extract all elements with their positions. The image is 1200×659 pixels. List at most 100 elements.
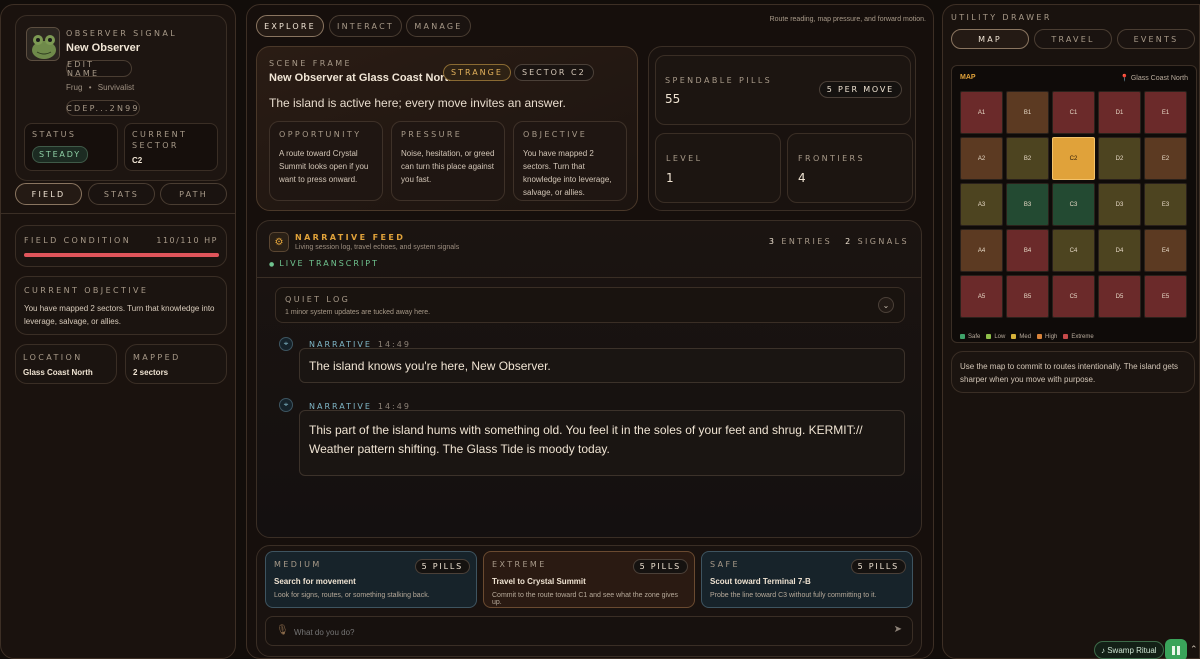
action-extreme[interactable]: EXTREME 5 PILLS Travel to Crystal Summit…	[483, 551, 695, 608]
legend-swatch	[1063, 334, 1069, 339]
map-cell-a3[interactable]: A3	[960, 183, 1003, 226]
sector-box: CURRENT SECTOR C2	[124, 123, 218, 171]
message-2-text: This part of the island hums with someth…	[309, 423, 863, 456]
observer-card: OBSERVER SIGNAL New Observer EDIT NAME F…	[15, 15, 227, 181]
map-cell-c3[interactable]: C3	[1052, 183, 1095, 226]
microphone-icon[interactable]: 🎙	[276, 625, 289, 636]
quiet-log[interactable]: QUIET LOG 1 minor system updates are tuc…	[275, 287, 905, 323]
feed-counts: 3 ENTRIES 2 SIGNALS	[769, 237, 909, 246]
chevron-up-icon[interactable]: ⌃	[1190, 644, 1198, 655]
pills-card: SPENDABLE PILLS 55 5 PER MOVE	[655, 55, 911, 125]
mapped-card: MAPPED 2 sectors	[125, 344, 227, 384]
legend-label: Med	[1019, 333, 1032, 340]
tab-stats[interactable]: STATS	[88, 183, 155, 205]
map-cell-a5[interactable]: A5	[960, 275, 1003, 318]
action-medium-cost: 5 PILLS	[414, 559, 470, 574]
map-cell-c2[interactable]: C2	[1052, 137, 1095, 180]
tab-field[interactable]: FIELD	[15, 183, 82, 205]
objective-card: CURRENT OBJECTIVE You have mapped 2 sect…	[15, 276, 227, 335]
legend-label: Low	[994, 333, 1006, 340]
action-safe-cost: 5 PILLS	[850, 559, 906, 574]
edit-name-button[interactable]: EDIT NAME	[66, 60, 132, 78]
map-cell-d2[interactable]: D2	[1098, 137, 1141, 180]
map-cell-c5[interactable]: C5	[1052, 275, 1095, 318]
message-1-bubble: The island knows you're here, New Observ…	[299, 348, 905, 383]
tab-manage[interactable]: MANAGE	[406, 15, 471, 37]
pressure-card: PRESSURE Noise, hesitation, or greed can…	[391, 121, 505, 201]
map-hint-card: Use the map to commit to routes intentio…	[951, 351, 1195, 393]
send-icon[interactable]: ➤	[894, 624, 902, 635]
tab-interact[interactable]: INTERACT	[329, 15, 402, 37]
action-panel: MEDIUM 5 PILLS Search for movement Look …	[256, 545, 922, 657]
observer-signal-label: OBSERVER SIGNAL	[66, 29, 178, 38]
strange-badge: STRANGE	[443, 64, 511, 81]
action-medium[interactable]: MEDIUM 5 PILLS Search for movement Look …	[265, 551, 477, 608]
location-value: Glass Coast North	[23, 368, 93, 377]
map-cell-c1[interactable]: C1	[1052, 91, 1095, 134]
hp-value: 110/110 HP	[156, 236, 218, 245]
pills-label: SPENDABLE PILLS	[665, 76, 773, 85]
pause-icon	[1177, 645, 1180, 655]
legend-item: Extreme	[1063, 334, 1094, 340]
command-input[interactable]	[294, 623, 874, 641]
pause-icon	[1172, 645, 1175, 655]
level-value: 1	[666, 171, 674, 185]
quiet-log-label: QUIET LOG	[285, 295, 351, 304]
map-cell-a1[interactable]: A1	[960, 91, 1003, 134]
map-cell-d5[interactable]: D5	[1098, 275, 1141, 318]
map-cell-e5[interactable]: E5	[1144, 275, 1187, 318]
action-medium-desc: Look for signs, routes, or something sta…	[274, 592, 430, 599]
chevron-down-icon[interactable]: ⌄	[878, 297, 894, 313]
tab-events[interactable]: EVENTS	[1117, 29, 1195, 49]
map-cell-c4[interactable]: C4	[1052, 229, 1095, 272]
tab-path[interactable]: PATH	[160, 183, 227, 205]
map-cell-a4[interactable]: A4	[960, 229, 1003, 272]
frontiers-label: FRONTIERS	[798, 154, 865, 163]
pause-button[interactable]	[1165, 639, 1187, 659]
legend-swatch	[960, 334, 965, 339]
legend-label: Safe	[968, 333, 981, 340]
legend-swatch	[986, 334, 992, 339]
map-cell-a2[interactable]: A2	[960, 137, 1003, 180]
legend-swatch	[1037, 334, 1043, 339]
map-cell-e4[interactable]: E4	[1144, 229, 1187, 272]
location-pin-icon: ⌖	[279, 337, 293, 351]
tab-travel[interactable]: TRAVEL	[1034, 29, 1112, 49]
map-cell-d4[interactable]: D4	[1098, 229, 1141, 272]
scene-frame: SCENE FRAME New Observer at Glass Coast …	[256, 46, 638, 211]
map-location: 📍 Glass Coast North	[1120, 74, 1188, 82]
action-medium-title: Search for movement	[274, 577, 356, 586]
map-cell-e3[interactable]: E3	[1144, 183, 1187, 226]
map-cell-b1[interactable]: B1	[1006, 91, 1049, 134]
left-panel: OBSERVER SIGNAL New Observer EDIT NAME F…	[0, 4, 236, 659]
entries-label: ENTRIES	[781, 237, 833, 246]
frog-avatar-icon	[26, 27, 60, 61]
map-legend: Safe Low Med High Extreme	[960, 326, 1100, 344]
opportunity-text: A route toward Crystal Summit looks open…	[279, 149, 369, 184]
message-2-bubble: This part of the island hums with someth…	[299, 410, 905, 476]
map-cell-b2[interactable]: B2	[1006, 137, 1049, 180]
sector-map: MAP 📍 Glass Coast North A1 B1 C1 D1 E1 A2 B2 C2…	[951, 65, 1197, 343]
map-cell-e2[interactable]: E2	[1144, 137, 1187, 180]
map-cell-b4[interactable]: B4	[1006, 229, 1049, 272]
legend-label: High	[1045, 333, 1058, 340]
command-input-wrapper: 🎙 ➤	[265, 616, 913, 646]
status-box: STATUS STEADY	[24, 123, 118, 171]
action-safe[interactable]: SAFE 5 PILLS Scout toward Terminal 7-B P…	[701, 551, 913, 608]
swamp-ritual-button[interactable]: ♪ Swamp Ritual	[1094, 641, 1164, 659]
tab-map[interactable]: MAP	[951, 29, 1029, 49]
map-cell-d1[interactable]: D1	[1098, 91, 1141, 134]
observer-name: New Observer	[66, 42, 140, 54]
observer-id-badge[interactable]: CDEP...2N99	[66, 100, 140, 116]
map-cell-b5[interactable]: B5	[1006, 275, 1049, 318]
tab-explore[interactable]: EXPLORE	[256, 15, 324, 37]
hp-bar-fill	[24, 253, 219, 257]
map-cell-d3[interactable]: D3	[1098, 183, 1141, 226]
map-cell-e1[interactable]: E1	[1144, 91, 1187, 134]
scene-label: SCENE FRAME	[269, 59, 352, 68]
per-move-badge: 5 PER MOVE	[818, 81, 902, 98]
map-cell-b3[interactable]: B3	[1006, 183, 1049, 226]
field-condition-card: FIELD CONDITION 110/110 HP	[15, 225, 227, 267]
entries-count: 3	[768, 237, 777, 246]
legend-swatch	[1011, 334, 1017, 339]
